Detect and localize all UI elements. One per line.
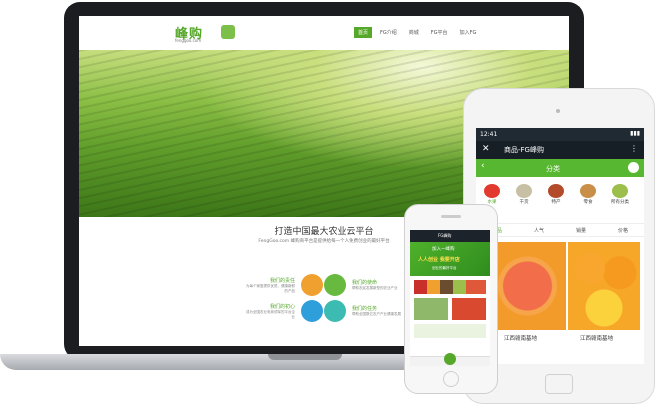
phone-bottom-nav	[410, 353, 490, 366]
logo-badge-icon	[221, 25, 235, 39]
category-label: 零食	[583, 200, 593, 205]
tablet-camera	[556, 109, 560, 113]
tab-sales[interactable]: 销量	[576, 227, 586, 234]
feature-title: 我们的初心	[269, 303, 295, 310]
product-title[interactable]: 江西赣南基地	[504, 334, 537, 342]
nav-item-join[interactable]: 加入FG	[456, 27, 481, 38]
tab-price[interactable]: 价格	[618, 227, 628, 234]
product-title[interactable]: 江西赣南基地	[580, 334, 613, 342]
fruit-icon	[484, 184, 500, 198]
banner-sub: 创业的最好平台	[432, 266, 457, 270]
flag-icon	[324, 300, 346, 322]
feature-desc: 帮助全国数亿农户产业健康发展	[352, 312, 401, 316]
heart-icon	[301, 274, 323, 296]
phone-product-image[interactable]	[452, 298, 486, 320]
phone-titlebar: FG峰购	[410, 230, 490, 242]
tablet-home-button[interactable]	[545, 374, 573, 394]
feature-title: 我们的任务	[352, 306, 378, 312]
category-all[interactable]: 所有分类	[608, 184, 632, 205]
home-icon[interactable]	[444, 353, 456, 365]
tablet-status-bar: 12:41 ▮▮▮	[476, 128, 644, 141]
site-header: 峰购 fenggoo.com 首页 FG介绍 商城 FG平台 加入FG	[79, 16, 569, 50]
tablet-title: 商品-FG峰购	[504, 146, 544, 154]
feature-responsibility: 我们的责任 为每个家庭提供优质、健康新鲜的产品	[243, 274, 323, 296]
all-categories-icon	[612, 184, 628, 198]
feature-mission: 我们的使命 帮助农民发展新型的农业产业	[324, 274, 404, 296]
phone-promo-banner[interactable]: 加入一峰购 人人创业 我要开店 创业的最好平台	[410, 242, 490, 276]
nav-item-mall[interactable]: 商城	[405, 27, 423, 38]
category-header: ‹ 分类	[476, 159, 644, 177]
category-dried[interactable]: 干货	[512, 184, 536, 205]
phone-screen: FG峰购 加入一峰购 人人创业 我要开店 创业的最好平台	[410, 230, 490, 366]
phone-product-image[interactable]	[414, 298, 448, 320]
banner-line1: 加入一峰购	[432, 247, 455, 252]
battery-icon: ▮▮▮	[630, 130, 640, 137]
feature-original-intention: 我们的初心 成为全国农业电商领军的平台企业	[243, 300, 323, 322]
phone-category-icons[interactable]	[414, 280, 486, 294]
handshake-icon	[324, 274, 346, 296]
feature-desc: 成为全国农业电商领军的平台企业	[246, 309, 295, 319]
banner-line2: 人人创业 我要开店	[418, 257, 460, 263]
category-row: 水果 干货 特产 零食 所有分类	[480, 184, 632, 205]
phone-product-strip[interactable]	[414, 324, 486, 338]
product-image-grapefruit[interactable]	[496, 242, 566, 330]
category-specialty[interactable]: 特产	[544, 184, 568, 205]
category-section-title: 分类	[546, 165, 560, 173]
laptop-notch	[268, 354, 342, 360]
back-chevron-icon[interactable]: ‹	[481, 161, 485, 171]
dried-goods-icon	[516, 184, 532, 198]
people-icon	[301, 300, 323, 322]
tab-popularity[interactable]: 人气	[534, 227, 544, 234]
product-image-orange[interactable]	[568, 242, 640, 330]
feature-title: 我们的责任	[269, 277, 295, 284]
phone-home-button[interactable]	[443, 371, 459, 387]
site-logo-subtitle: fenggoo.com	[175, 38, 202, 43]
close-icon[interactable]: ✕	[482, 144, 490, 154]
category-fruit[interactable]: 水果	[480, 184, 504, 205]
phone-title: FG峰购	[438, 233, 452, 238]
sort-tabs: 商品 人气 销量 价格	[476, 223, 644, 237]
feature-title: 我们的使命	[352, 280, 378, 286]
cart-icon[interactable]	[628, 162, 639, 173]
specialty-icon	[548, 184, 564, 198]
status-time: 12:41	[480, 131, 498, 138]
snack-icon	[580, 184, 596, 198]
feature-desc: 帮助农民发展新型的农业产业	[352, 286, 398, 290]
feature-task: 我们的任务 帮助全国数亿农户产业健康发展	[324, 300, 404, 322]
nav-item-home[interactable]: 首页	[354, 27, 373, 38]
category-label: 所有分类	[611, 200, 629, 205]
tablet-titlebar: ✕ 商品-FG峰购 ⋮	[476, 141, 644, 159]
nav-item-platform[interactable]: FG平台	[427, 27, 452, 38]
phone-speaker	[441, 215, 461, 218]
category-label: 干货	[519, 200, 529, 205]
category-label: 特产	[551, 200, 561, 205]
tablet-screen: 12:41 ▮▮▮ ✕ 商品-FG峰购 ⋮ ‹ 分类 水果 干货 特产 零食 所…	[476, 128, 644, 364]
site-nav: 首页 FG介绍 商城 FG平台 加入FG	[354, 27, 480, 38]
feature-desc: 为每个家庭提供优质、健康新鲜的产品	[246, 283, 295, 293]
nav-item-about[interactable]: FG介绍	[376, 27, 401, 38]
more-icon[interactable]: ⋮	[630, 144, 638, 153]
category-snacks[interactable]: 零食	[576, 184, 600, 205]
